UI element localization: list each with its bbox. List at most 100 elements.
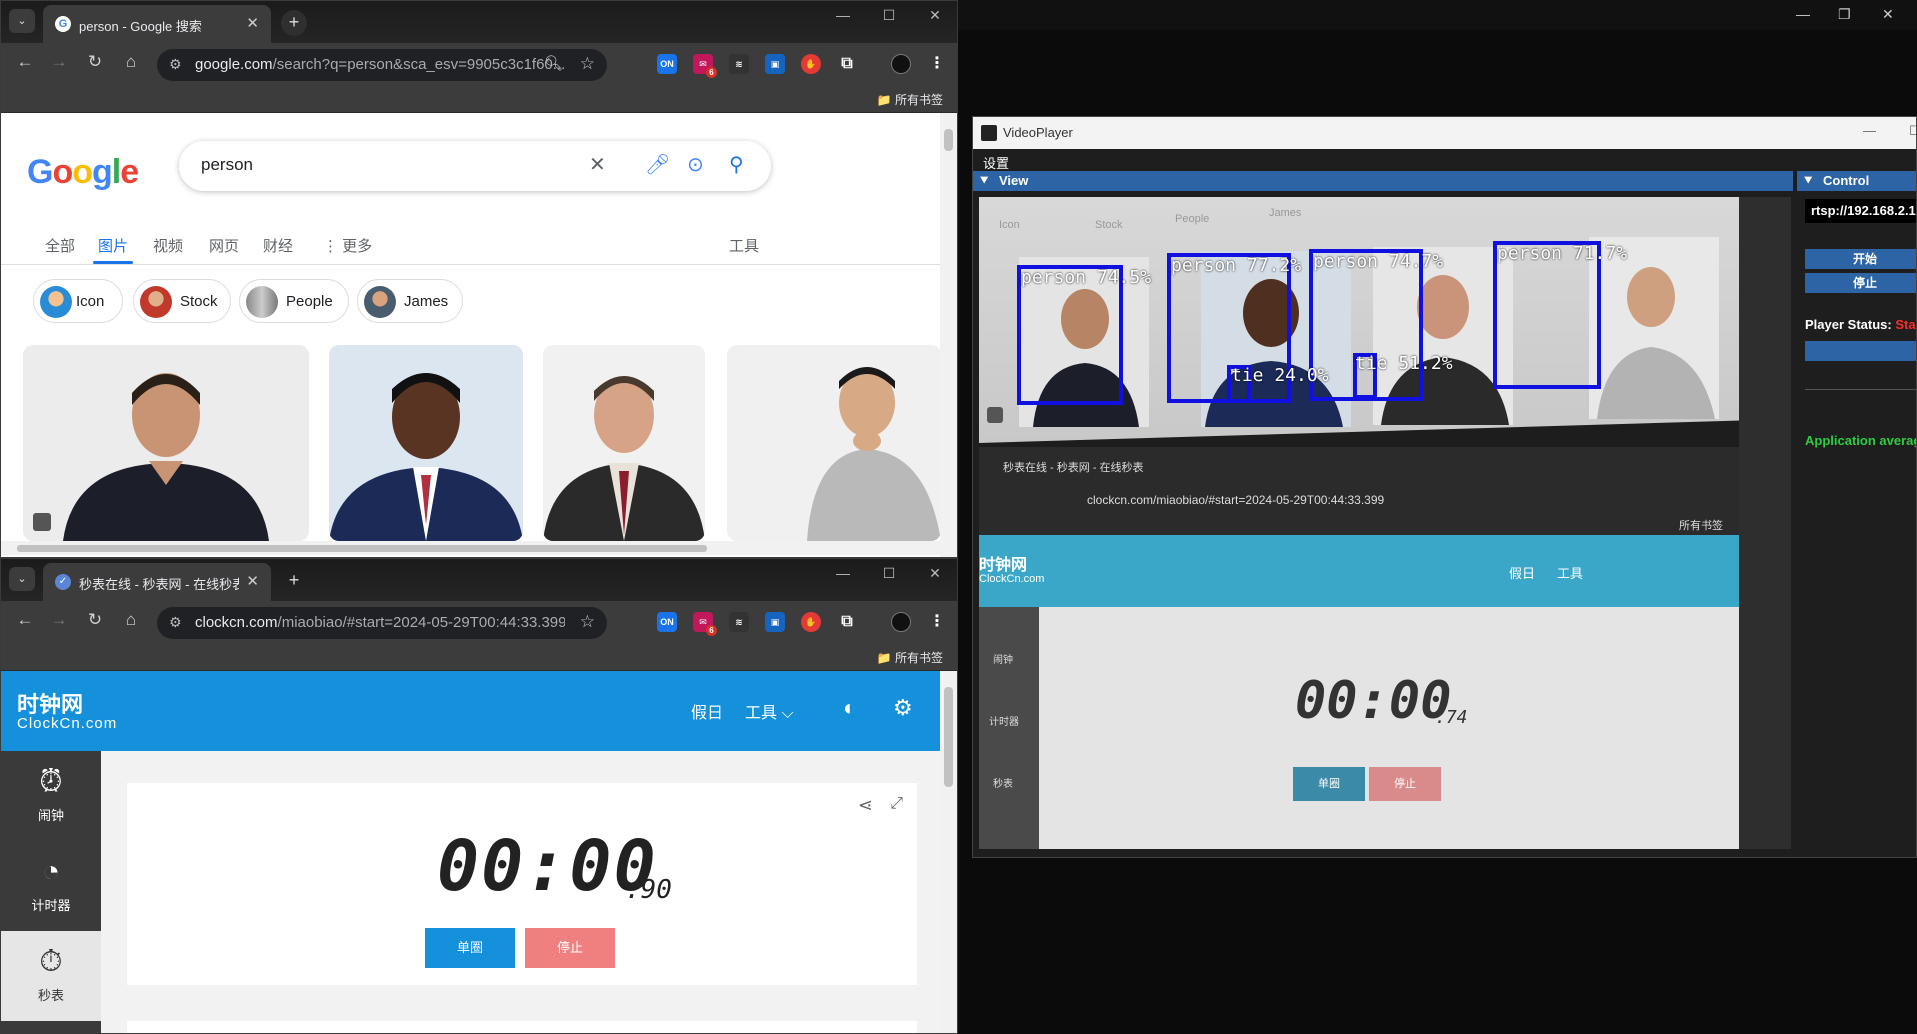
sidebar-item-timer[interactable]: ◔ 计时器 [1,841,101,931]
mail-extension-icon[interactable]: ✉ 6 [693,54,717,78]
all-bookmarks-button[interactable]: 📁 所有书签 [877,649,943,666]
share-icon[interactable]: ⋖ [858,795,873,816]
bookmark-star-icon[interactable]: ☆ [580,612,595,632]
tab-google-search[interactable]: G person - Google 搜索 ✕ [43,5,271,43]
maximize-button[interactable]: ☐ [1909,123,1916,139]
chip-james[interactable]: James [357,279,463,323]
forward-button[interactable]: → [47,610,71,630]
image-result[interactable] [727,345,941,541]
all-bookmarks-button[interactable]: 📁 所有书签 [877,91,943,108]
close-tab-icon[interactable]: ✕ [246,14,259,32]
stop-button[interactable]: 停止 [525,928,615,968]
chip-people[interactable]: People [239,279,349,323]
dock-menu-icon[interactable]: ⯆ [1803,173,1813,189]
tab-videos[interactable]: 视频 [153,235,183,256]
minimize-button[interactable]: — [821,7,865,23]
tools-button[interactable]: 工具 [729,235,759,256]
bookmark-star-icon[interactable]: ☆ [580,54,595,74]
vertical-scroll-thumb[interactable] [944,687,953,787]
tab-more[interactable]: ⋮ 更多 [323,235,372,256]
lap-button[interactable]: 单圈 [425,928,515,968]
rtsp-url-input[interactable]: rtsp://192.168.2.1 [1805,199,1916,223]
minimize-button[interactable]: — [1863,123,1876,138]
search-input[interactable]: person [201,155,253,175]
tab-search-button[interactable]: ⌄ [9,9,35,33]
site-logo-en[interactable]: ClockCn.com [17,715,117,732]
save-extension-icon[interactable]: ▣ [765,54,785,74]
shield-extension-icon[interactable]: ✋ [801,54,821,74]
voice-search-icon[interactable]: 🎤︎ [645,152,670,177]
image-result[interactable] [329,345,523,541]
minimize-button[interactable]: — [821,565,865,581]
menu-kebab-icon[interactable]: ⋮ [927,612,947,632]
home-button[interactable]: ⌂ [119,52,143,72]
image-result[interactable] [23,345,309,541]
home-button[interactable]: ⌂ [119,610,143,630]
theme-toggle-icon[interactable]: ◐ [843,695,856,721]
shield-extension-icon[interactable]: ✋ [801,612,821,632]
extension-on-icon[interactable]: ON [657,612,677,632]
new-tab-button[interactable]: + [281,568,307,594]
extension-on-icon[interactable]: ON [657,54,677,74]
fullscreen-icon[interactable]: ⤢ [890,795,903,813]
nav-tools[interactable]: 工具 ⌵ [745,699,794,723]
address-bar[interactable]: ⚙ clockcn.com/miaobiao/#start=2024-05-29… [157,607,607,639]
search-box[interactable]: person ✕ 🎤︎ ⊙ ⚲ [179,141,771,191]
menu-settings[interactable]: 设置 [983,153,1009,172]
address-bar[interactable]: ⚙ google.com/search?q=person&sca_esv=990… [157,49,607,81]
image-result[interactable] [543,345,705,541]
tab-finance[interactable]: 财经 [263,235,293,256]
new-tab-button[interactable]: + [281,10,307,36]
chip-icon[interactable]: Icon [33,279,123,323]
back-button[interactable]: ← [13,610,37,630]
stop-button[interactable]: 停止 [1805,273,1916,293]
vertical-scroll-thumb[interactable] [944,129,953,151]
tab-all[interactable]: 全部 [45,235,75,256]
tab-search-button[interactable]: ⌄ [9,567,35,591]
stats-extension-icon[interactable]: ≋ [729,54,749,74]
search-icon[interactable]: ⚲ [729,152,744,177]
puzzle-extensions-icon[interactable]: ⧉ [837,54,857,74]
horizontal-scroll-thumb[interactable] [17,545,707,552]
chip-stock[interactable]: Stock [133,279,231,323]
close-tab-icon[interactable]: ✕ [246,572,259,590]
settings-gear-icon[interactable]: ⚙ [893,695,913,721]
reload-button[interactable]: ↻ [83,52,107,72]
restore-button[interactable]: ❐ [1838,6,1851,23]
maximize-button[interactable]: ☐ [867,7,911,24]
lens-icon[interactable]: ⊙ [687,152,704,177]
zoom-icon[interactable]: 🔍︎ [544,54,563,72]
tab-clockcn[interactable]: ✓ 秒表在线 - 秒表网 - 在线秒表 ✕ [43,563,271,601]
stats-extension-icon[interactable]: ≋ [729,612,749,632]
puzzle-extensions-icon[interactable]: ⧉ [837,612,857,632]
sidebar-item-alarm[interactable]: ⏰︎ 闹钟 [1,751,101,841]
save-extension-icon[interactable]: ▣ [765,612,785,632]
mail-extension-icon[interactable]: ✉ 6 [693,612,717,636]
tab-images[interactable]: 图片 [98,235,128,256]
profile-avatar[interactable] [891,54,911,74]
close-window-button[interactable]: ✕ [913,565,957,582]
close-window-button[interactable]: ✕ [913,7,957,24]
vertical-scrollbar[interactable] [940,671,957,1033]
start-button[interactable]: 开始 [1805,249,1916,269]
clear-icon[interactable]: ✕ [589,152,606,177]
horizontal-scrollbar[interactable] [1,541,941,555]
maximize-button[interactable]: ☐ [867,565,911,582]
view-dock-header[interactable]: ⯆ View [973,171,1793,191]
site-info-icon[interactable]: ⚙ [169,614,182,631]
forward-button[interactable]: → [47,52,71,72]
google-logo[interactable]: Google [27,153,139,192]
site-info-icon[interactable]: ⚙ [169,56,182,73]
control-dock-header[interactable]: ⯆ Control [1797,171,1916,191]
nav-holiday[interactable]: 假日 [691,699,723,723]
menu-kebab-icon[interactable]: ⋮ [927,54,947,74]
tab-web[interactable]: 网页 [209,235,239,256]
dock-menu-icon[interactable]: ⯆ [979,173,989,189]
sidebar-item-stopwatch[interactable]: ⏱︎ 秒表 [1,931,101,1021]
reload-button[interactable]: ↻ [83,610,107,630]
progress-bar[interactable] [1805,341,1916,361]
minimize-button[interactable]: — [1796,6,1810,22]
profile-avatar[interactable] [891,612,911,632]
back-button[interactable]: ← [13,52,37,72]
close-window-button[interactable]: ✕ [1882,6,1894,23]
